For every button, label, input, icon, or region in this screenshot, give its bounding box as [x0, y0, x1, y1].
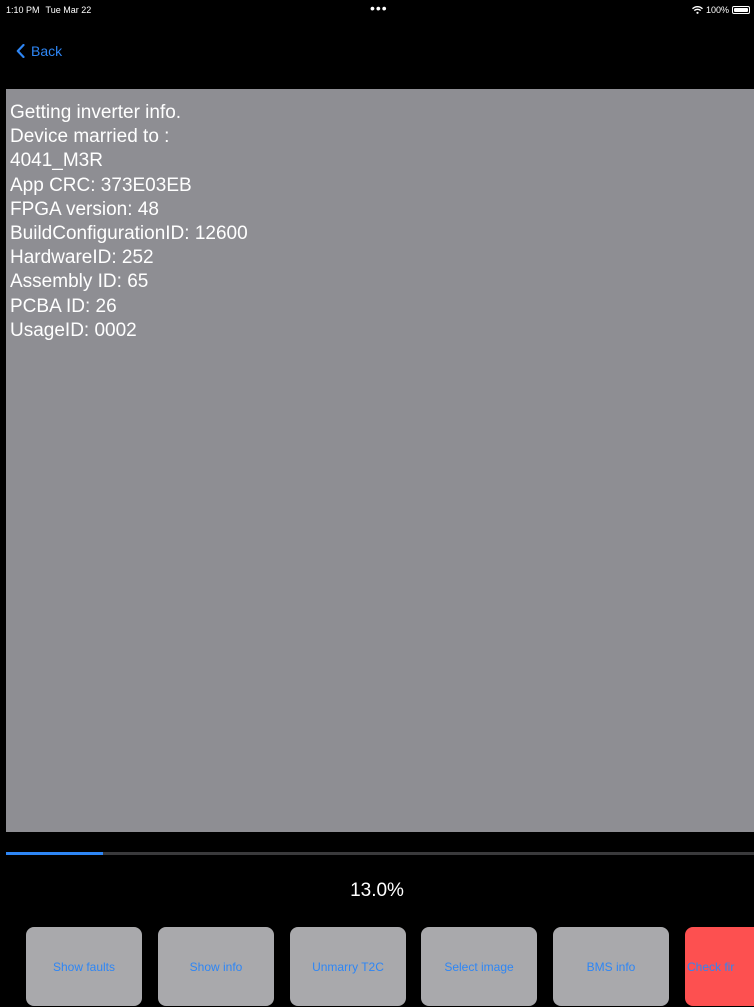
- navigation-bar: Back: [0, 18, 754, 88]
- progress-fill: [6, 852, 104, 855]
- select-image-button[interactable]: Select image: [421, 927, 537, 1006]
- battery-icon: [732, 6, 750, 14]
- info-line: HardwareID: 252: [10, 247, 154, 269]
- info-line: FPGA version: 48: [10, 198, 159, 220]
- check-firmware-button[interactable]: Check fir: [685, 927, 754, 1006]
- status-date: Tue Mar 22: [45, 5, 92, 15]
- wifi-icon: [691, 6, 703, 14]
- inverter-info-panel: Getting inverter info. Device married to…: [6, 89, 754, 832]
- action-button-row: Show faults Show info Unmarry T2C Select…: [0, 927, 754, 1007]
- status-time: 1:10 PM: [6, 5, 40, 15]
- status-time-date: 1:10 PM Tue Mar 22: [6, 5, 91, 15]
- show-info-button[interactable]: Show info: [158, 927, 274, 1006]
- battery-percent: 100%: [705, 5, 729, 15]
- progress-bar: [6, 852, 754, 855]
- progress-percent: 13.0%: [350, 880, 404, 901]
- info-line: UsageID: 0002: [10, 319, 137, 341]
- info-line: Getting inverter info.: [10, 102, 182, 123]
- back-button[interactable]: Back: [16, 43, 62, 59]
- app-screen: 1:10 PM Tue Mar 22 ••• 100% Back Getting…: [0, 0, 754, 1007]
- info-line: BuildConfigurationID: 12600: [10, 223, 248, 245]
- multitasking-dots[interactable]: •••: [370, 1, 388, 15]
- chevron-left-icon: [16, 44, 25, 58]
- info-line: Assembly ID: 65: [10, 271, 149, 293]
- info-line: 4041_M3R: [10, 150, 103, 172]
- status-bar: 1:10 PM Tue Mar 22 ••• 100%: [0, 0, 754, 18]
- info-line: PCBA ID: 26: [10, 295, 117, 317]
- status-indicators: 100%: [691, 5, 750, 15]
- bms-info-button[interactable]: BMS info: [553, 927, 669, 1006]
- info-line: Device married to :: [10, 126, 170, 148]
- show-faults-button[interactable]: Show faults: [26, 927, 142, 1006]
- info-line: App CRC: 373E03EB: [10, 174, 192, 196]
- back-label: Back: [31, 43, 63, 59]
- unmarry-t2c-button[interactable]: Unmarry T2C: [290, 927, 406, 1006]
